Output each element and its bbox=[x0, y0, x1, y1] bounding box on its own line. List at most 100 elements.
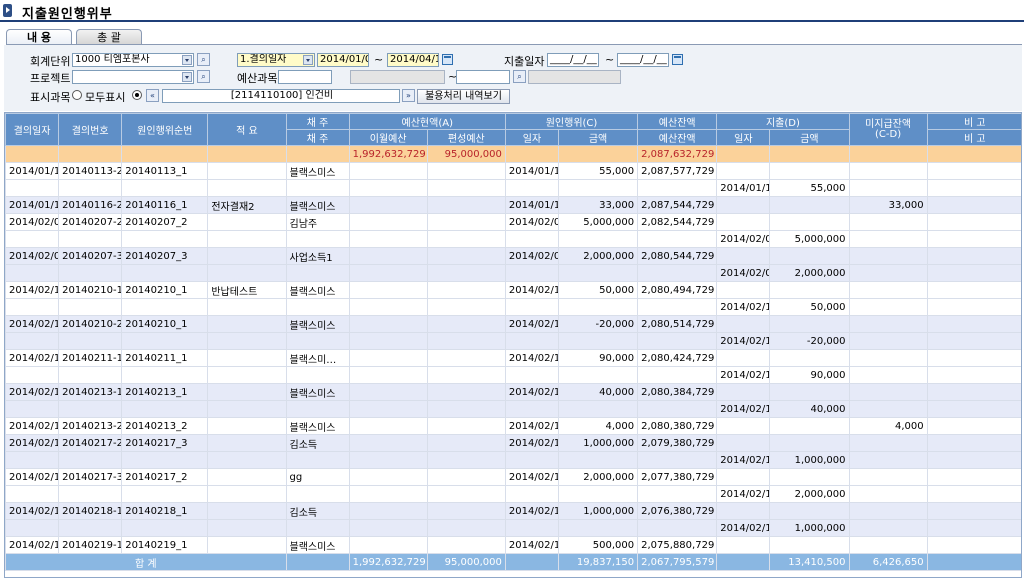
col-budget-set[interactable]: 편성예산 bbox=[426, 129, 506, 146]
cell-creditor[interactable] bbox=[285, 230, 350, 248]
cell-note[interactable] bbox=[926, 502, 1021, 520]
cell-unpaid[interactable] bbox=[848, 264, 928, 282]
table-row[interactable]: 2014/02/1050,000 bbox=[5, 298, 1021, 316]
col-pay-amount[interactable]: 금액 bbox=[769, 129, 850, 146]
tab-summary[interactable]: 총 괄 bbox=[76, 29, 142, 45]
cell-balance[interactable]: 2,076,380,729 bbox=[637, 502, 718, 520]
cell-budget-prev[interactable] bbox=[348, 536, 428, 554]
cell-resolution-date[interactable]: 2014/02/19 bbox=[5, 536, 60, 554]
cell-creditor[interactable]: 블랙스미… bbox=[285, 349, 350, 367]
cell-budget-prev[interactable] bbox=[348, 349, 428, 367]
cell-cause-seq[interactable] bbox=[121, 366, 209, 384]
cell-pay-amount[interactable]: 2,000,000 bbox=[769, 264, 850, 282]
cell-pay-date[interactable] bbox=[716, 196, 771, 214]
cell-unpaid[interactable] bbox=[848, 451, 928, 469]
cell-pay-date[interactable] bbox=[716, 417, 771, 435]
cell-note[interactable] bbox=[926, 519, 1021, 537]
cell-budget-set[interactable] bbox=[426, 196, 506, 214]
cell-pay-amount[interactable]: 2,000,000 bbox=[769, 485, 850, 503]
cell-unpaid[interactable] bbox=[848, 247, 928, 265]
cell-act-amount[interactable]: 5,000,000 bbox=[557, 213, 639, 231]
cell-act-date[interactable]: 2014/02/13 bbox=[504, 383, 560, 401]
cell-pay-date[interactable] bbox=[716, 162, 771, 180]
cell-balance[interactable]: 2,080,424,729 bbox=[637, 349, 718, 367]
cell-budget-prev[interactable] bbox=[348, 230, 428, 248]
cell-summary[interactable] bbox=[207, 298, 287, 316]
cell-budget-prev[interactable] bbox=[348, 366, 428, 384]
cell-balance[interactable] bbox=[637, 264, 718, 282]
cell-budget-prev[interactable] bbox=[348, 179, 428, 197]
cell-note[interactable] bbox=[926, 179, 1021, 197]
cell-act-date[interactable]: 2014/02/10 bbox=[504, 281, 560, 299]
cell-act-date[interactable]: 2014/02/07 bbox=[504, 247, 560, 265]
cell-pay-date[interactable]: 2014/01/13 bbox=[716, 179, 771, 197]
cell-cause-seq[interactable]: 20140211_1 bbox=[121, 349, 209, 367]
cell-act-date[interactable] bbox=[504, 332, 560, 350]
cell-resolution-no[interactable] bbox=[58, 519, 123, 537]
cell-act-amount[interactable]: 500,000 bbox=[557, 536, 639, 554]
cell-summary[interactable] bbox=[207, 332, 287, 350]
cell-creditor[interactable]: 블랙스미스 bbox=[285, 162, 350, 180]
cell-act-amount[interactable]: 33,000 bbox=[557, 196, 639, 214]
cell-budget-prev[interactable] bbox=[348, 162, 428, 180]
cell-act-date[interactable]: 2014/02/17 bbox=[504, 468, 560, 486]
cell-summary[interactable] bbox=[207, 502, 287, 520]
cell-balance[interactable]: 2,080,380,729 bbox=[637, 417, 718, 435]
cell-creditor[interactable] bbox=[285, 179, 350, 197]
cell-summary[interactable] bbox=[207, 145, 287, 163]
cell-balance[interactable] bbox=[637, 298, 718, 316]
cell-resolution-date[interactable] bbox=[5, 366, 60, 384]
cell-budget-prev[interactable] bbox=[348, 400, 428, 418]
cell-summary[interactable] bbox=[207, 400, 287, 418]
pay-to-input[interactable]: ____/__/__ bbox=[617, 53, 669, 67]
cell-summary[interactable] bbox=[207, 536, 287, 554]
cell-summary[interactable] bbox=[207, 417, 287, 435]
date-from-input[interactable]: 2014/01/01 bbox=[317, 53, 369, 67]
cell-resolution-no[interactable] bbox=[58, 485, 123, 503]
cell-budget-prev[interactable] bbox=[348, 332, 428, 350]
cell-act-amount[interactable] bbox=[557, 145, 639, 163]
cell-act-date[interactable]: 2014/02/18 bbox=[504, 502, 560, 520]
cell-budget-prev[interactable]: 1,992,632,729 bbox=[348, 145, 428, 163]
cell-balance[interactable]: 2,080,494,729 bbox=[637, 281, 718, 299]
cell-pay-date[interactable] bbox=[716, 315, 771, 333]
table-row[interactable]: 2014/02/172,000,000 bbox=[5, 485, 1021, 503]
cell-budget-prev[interactable] bbox=[348, 196, 428, 214]
cell-budget-set[interactable]: 95,000,000 bbox=[426, 145, 506, 163]
cell-pay-date[interactable] bbox=[716, 349, 771, 367]
table-row[interactable]: 2014/02/181,000,000 bbox=[5, 519, 1021, 537]
cell-unpaid[interactable] bbox=[848, 400, 928, 418]
cell-creditor[interactable]: 블랙스미스 bbox=[285, 315, 350, 333]
project-search-icon[interactable]: ⌕ bbox=[197, 70, 210, 83]
table-row[interactable]: 2014/02/1120140211-120140211_1블랙스미…2014/… bbox=[5, 349, 1021, 367]
budget-from-input[interactable] bbox=[278, 70, 332, 84]
cell-balance[interactable]: 2,075,880,729 bbox=[637, 536, 718, 554]
col-budget-prev[interactable]: 이월예산 bbox=[348, 129, 428, 146]
cell-cause-seq[interactable] bbox=[121, 145, 209, 163]
cell-resolution-no[interactable]: 20140213-2 bbox=[58, 417, 123, 435]
cell-pay-amount[interactable]: 40,000 bbox=[769, 400, 850, 418]
cell-note[interactable] bbox=[926, 281, 1021, 299]
cell-creditor[interactable]: 김남주 bbox=[285, 213, 350, 231]
table-row[interactable]: 2014/02/0720140207-320140207_3사업소득12014/… bbox=[5, 247, 1021, 265]
col-unpaid[interactable]: 미지급잔액 (C-D) bbox=[848, 113, 928, 146]
cell-creditor[interactable]: 사업소득1 bbox=[285, 247, 350, 265]
cell-budget-set[interactable] bbox=[426, 400, 506, 418]
col-note[interactable]: 비 고 bbox=[926, 113, 1021, 130]
cell-balance[interactable]: 2,082,544,729 bbox=[637, 213, 718, 231]
cell-creditor[interactable]: 블랙스미스 bbox=[285, 536, 350, 554]
cell-resolution-no[interactable]: 20140113-2 bbox=[58, 162, 123, 180]
cell-resolution-no[interactable] bbox=[58, 145, 123, 163]
cell-budget-prev[interactable] bbox=[348, 468, 428, 486]
cell-act-date[interactable]: 2014/02/17 bbox=[504, 434, 560, 452]
cell-pay-amount[interactable]: 50,000 bbox=[769, 298, 850, 316]
cell-resolution-date[interactable] bbox=[5, 264, 60, 282]
date-to-input[interactable]: 2014/04/18 bbox=[387, 53, 439, 67]
unused-history-button[interactable]: 불용처리 내역보기 bbox=[417, 89, 510, 104]
cell-unpaid[interactable] bbox=[848, 213, 928, 231]
cell-budget-set[interactable] bbox=[426, 468, 506, 486]
cell-resolution-date[interactable] bbox=[5, 451, 60, 469]
cell-cause-seq[interactable]: 20140219_1 bbox=[121, 536, 209, 554]
col-note-sub[interactable]: 비 고 bbox=[926, 129, 1021, 146]
cell-summary[interactable] bbox=[207, 451, 287, 469]
